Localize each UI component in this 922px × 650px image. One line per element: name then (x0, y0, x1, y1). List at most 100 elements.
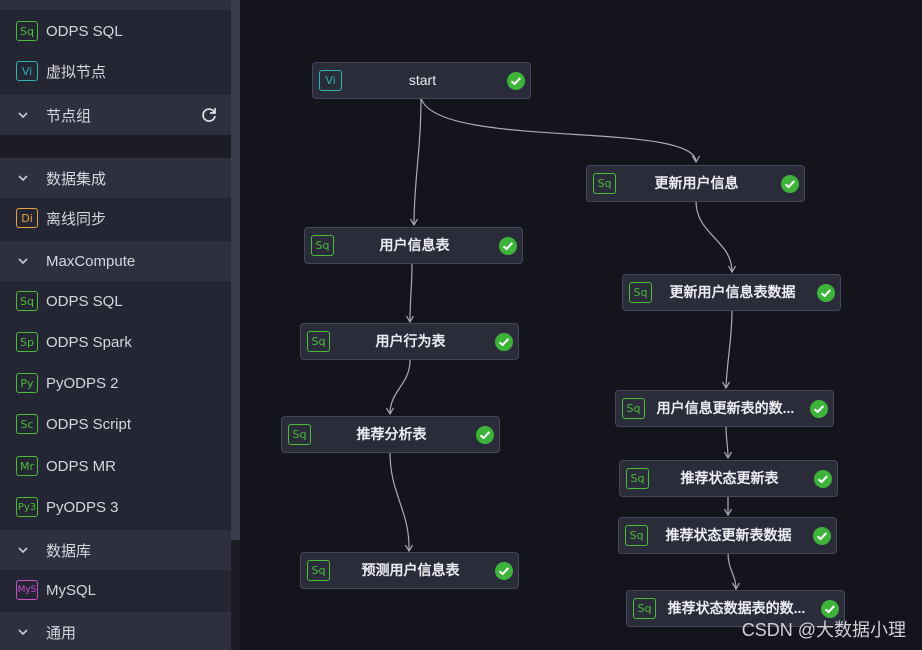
node-label: 推荐状态更新表数据 (665, 527, 792, 543)
edge-user-info-behavior (410, 262, 412, 322)
sidebar-group-general[interactable]: 通用 (0, 612, 231, 650)
sidebar-group-label: 数据库 (46, 542, 92, 560)
workflow-node-rec-status-update-data[interactable]: Sq 推荐状态更新表数据 (618, 517, 837, 554)
odps-sql-icon: Sq (622, 398, 645, 419)
sidebar-item-offline-sync[interactable]: Di 离线同步 (0, 198, 231, 238)
sidebar-item-label: PyODPS 2 (46, 374, 119, 392)
sidebar-group-database[interactable]: 数据库 (0, 530, 231, 570)
workflow-node-update-user[interactable]: Sq 更新用户信息 (586, 165, 805, 202)
node-palette-sidebar: Sq ODPS SQL Vi 虚拟节点 节点组 数据集成 Di 离线同步 Max… (0, 0, 231, 650)
mysql-icon: MyS (16, 580, 38, 600)
sidebar-item-label: ODPS Script (46, 415, 132, 433)
sidebar-separator (0, 135, 231, 158)
success-check-icon (810, 400, 828, 418)
odps-sql-icon: Sq (593, 173, 616, 194)
sidebar-item-label: PyODPS 3 (46, 498, 119, 516)
workflow-node-update-user-data[interactable]: Sq 更新用户信息表数据 (622, 274, 841, 311)
sidebar-group-label: 通用 (46, 624, 77, 642)
virtual-node-icon: Vi (319, 70, 342, 91)
odps-mr-icon: Mr (16, 456, 38, 476)
sidebar-scrollbar-thumb[interactable] (231, 0, 240, 540)
pyodps-3-icon: Py3 (16, 497, 38, 517)
offline-sync-icon: Di (16, 208, 38, 228)
node-label: start (408, 72, 437, 88)
workflow-node-start[interactable]: Vi start (312, 62, 531, 99)
pyodps-2-icon: Py (16, 373, 38, 393)
success-check-icon (817, 284, 835, 302)
sidebar-item-label: 虚拟节点 (46, 63, 107, 81)
sidebar-item-label: ODPS Spark (46, 333, 132, 351)
workflow-node-user-info[interactable]: Sq 用户信息表 (304, 227, 523, 264)
node-label: 推荐分析表 (356, 426, 427, 442)
virtual-node-icon: Vi (16, 61, 38, 81)
success-check-icon (507, 72, 525, 90)
edge-behavior-analysis (390, 359, 411, 414)
chevron-down-icon (17, 546, 29, 554)
sidebar-item-mysql[interactable]: MyS MySQL (0, 570, 231, 610)
sidebar-item-odps-sql[interactable]: Sq ODPS SQL (0, 281, 231, 321)
workflow-node-user-behavior[interactable]: Sq 用户行为表 (300, 323, 519, 360)
edge-start-update-user (420, 97, 696, 162)
node-label: 更新用户信息表数据 (669, 284, 796, 300)
workflow-node-rec-status-update[interactable]: Sq 推荐状态更新表 (619, 460, 838, 497)
success-check-icon (495, 333, 513, 351)
chevron-down-icon (17, 628, 29, 636)
edge-update-user-data (695, 200, 732, 272)
success-check-icon (476, 426, 494, 444)
sidebar-group-data-integration[interactable]: 数据集成 (0, 158, 231, 198)
odps-script-icon: Sc (16, 414, 38, 434)
node-label: 用户行为表 (375, 333, 446, 349)
odps-sql-icon: Sq (288, 424, 311, 445)
success-check-icon (499, 237, 517, 255)
sidebar-item-label: MySQL (46, 581, 97, 599)
sidebar-item-odps-spark[interactable]: Sp ODPS Spark (0, 322, 231, 362)
chevron-down-icon (17, 174, 29, 182)
sidebar-group-label: 节点组 (46, 107, 92, 125)
sidebar-item-odps-sql[interactable]: Sq ODPS SQL (0, 11, 231, 51)
success-check-icon (781, 175, 799, 193)
odps-sql-icon: Sq (16, 21, 38, 41)
odps-sql-icon: Sq (307, 560, 330, 581)
sidebar-item-label: 离线同步 (46, 210, 107, 228)
odps-sql-icon: Sq (311, 235, 334, 256)
node-label: 预测用户信息表 (361, 562, 460, 578)
node-label: 更新用户信息 (654, 175, 739, 191)
success-check-icon (813, 527, 831, 545)
sidebar-group-header-partial[interactable] (0, 0, 231, 10)
edge-analysis-predict (389, 451, 409, 551)
odps-sql-icon: Sq (307, 331, 330, 352)
sidebar-group-label: 数据集成 (46, 170, 107, 188)
sidebar-item-odps-mr[interactable]: Mr ODPS MR (0, 446, 231, 486)
chevron-down-icon (17, 257, 29, 265)
node-label: 用户信息更新表的数... (656, 400, 795, 416)
sidebar-item-odps-script[interactable]: Sc ODPS Script (0, 404, 231, 444)
chevron-down-icon (17, 111, 29, 119)
workflow-editor: Sq ODPS SQL Vi 虚拟节点 节点组 数据集成 Di 离线同步 Max… (0, 0, 922, 650)
sidebar-item-pyodps-2[interactable]: Py PyODPS 2 (0, 363, 231, 403)
watermark: CSDN @大数据小理 (741, 620, 906, 640)
node-label: 用户信息表 (379, 237, 450, 253)
node-label: 推荐状态更新表 (680, 470, 779, 486)
edge-status-data-data-table (727, 552, 736, 589)
sidebar-item-virtual-node[interactable]: Vi 虚拟节点 (0, 51, 231, 91)
sidebar-group-maxcompute[interactable]: MaxCompute (0, 241, 231, 281)
edge-update-table-status (726, 425, 728, 458)
success-check-icon (495, 562, 513, 580)
odps-sql-icon: Sq (625, 525, 648, 546)
sidebar-item-pyodps-3[interactable]: Py3 PyODPS 3 (0, 487, 231, 527)
odps-sql-icon: Sq (629, 282, 652, 303)
sidebar-item-label: ODPS SQL (46, 292, 123, 310)
sidebar-item-label: ODPS MR (46, 457, 117, 475)
refresh-icon[interactable] (199, 105, 219, 125)
sidebar-item-label: ODPS SQL (46, 22, 123, 40)
success-check-icon (814, 470, 832, 488)
workflow-node-user-update-table[interactable]: Sq 用户信息更新表的数... (615, 390, 834, 427)
sidebar-group-node-group[interactable]: 节点组 (0, 95, 231, 135)
workflow-node-rec-analysis[interactable]: Sq 推荐分析表 (281, 416, 500, 453)
odps-sql-icon: Sq (16, 291, 38, 311)
odps-sql-icon: Sq (626, 468, 649, 489)
workflow-canvas[interactable]: Vi start Sq 用户信息表 Sq 用户行为表 Sq 推荐分析表 Sq 预… (240, 0, 922, 650)
odps-sql-icon: Sq (633, 598, 656, 619)
workflow-node-predict-user[interactable]: Sq 预测用户信息表 (300, 552, 519, 589)
edge-user-data-update-table (726, 309, 733, 388)
